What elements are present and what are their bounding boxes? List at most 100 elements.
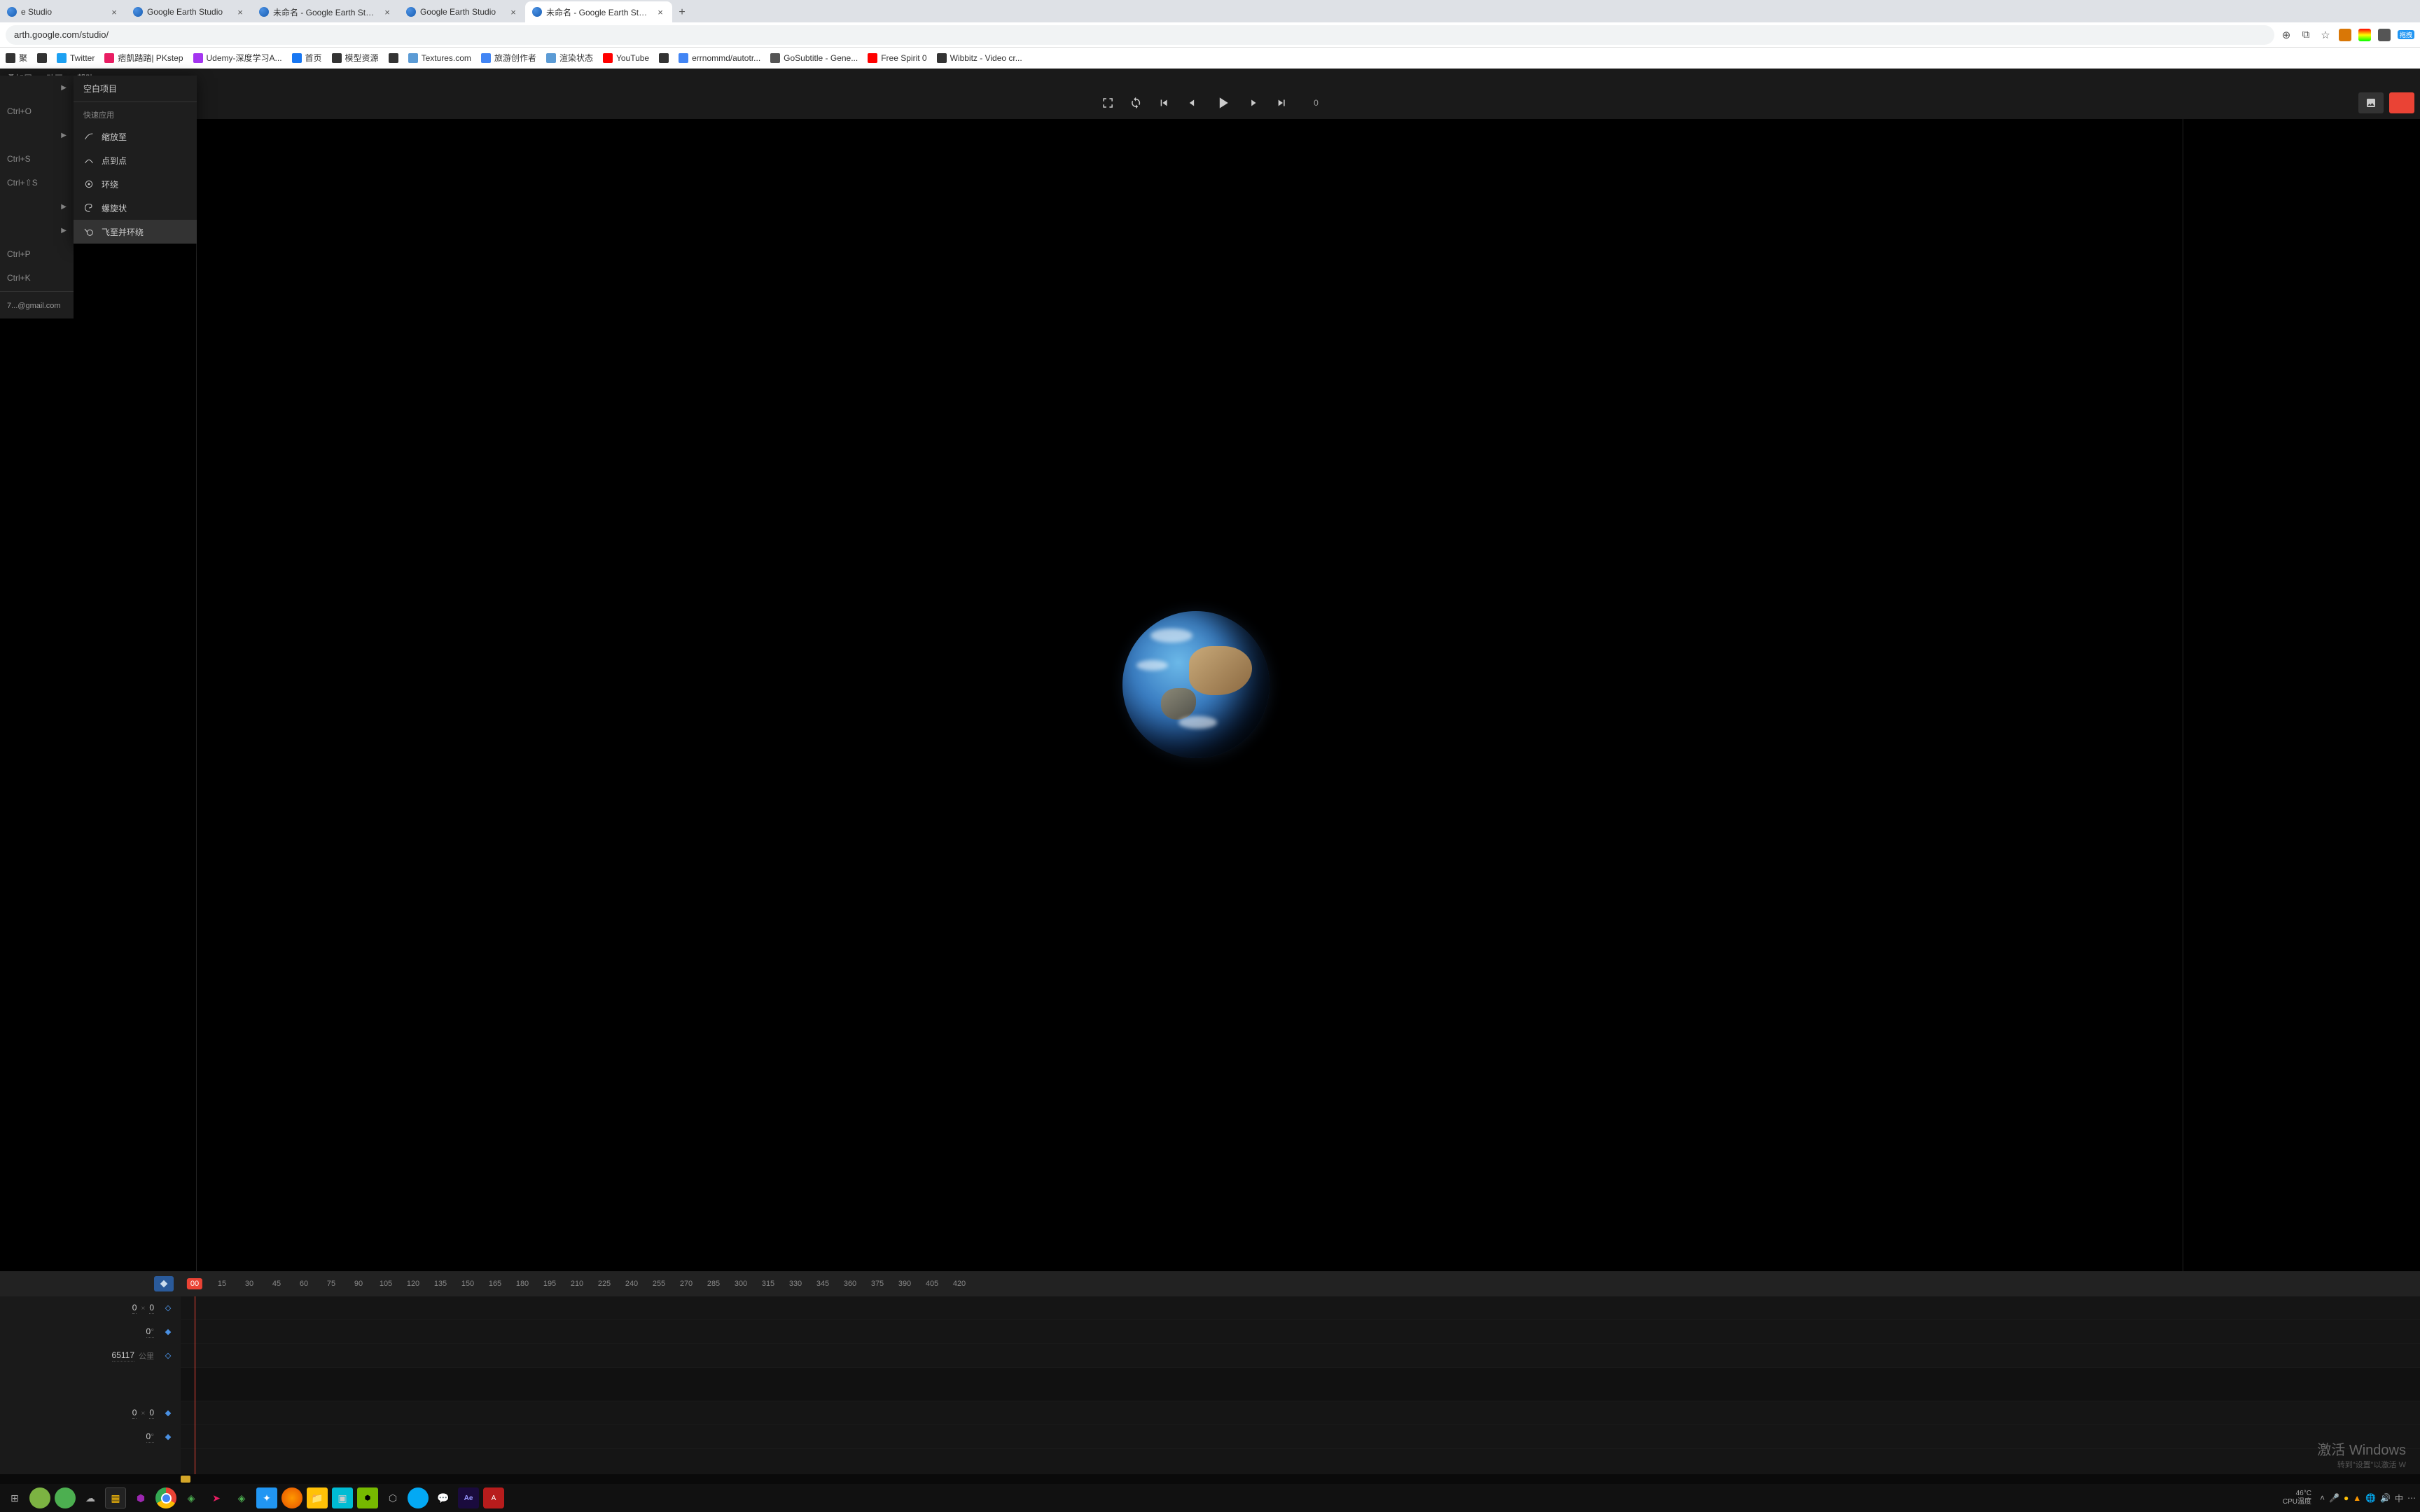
submenu-header[interactable]: 空白项目 <box>74 76 197 100</box>
file-menu-item[interactable]: ▶ <box>0 218 74 242</box>
chevron-up-icon[interactable]: ˄ <box>2320 1493 2325 1503</box>
frame-tick[interactable]: 150 <box>461 1280 474 1288</box>
browser-tab[interactable]: 未命名 - Google Earth Studio× <box>252 1 399 22</box>
frame-tick[interactable]: 75 <box>327 1280 335 1288</box>
keyframe-diamond-icon[interactable] <box>161 1430 175 1444</box>
frame-tick[interactable]: 315 <box>762 1280 774 1288</box>
current-frame-marker[interactable]: 00 <box>187 1278 202 1289</box>
tray-icon[interactable]: ⋯ <box>2407 1493 2416 1503</box>
image-button[interactable] <box>2358 92 2384 113</box>
frame-tick[interactable]: 240 <box>625 1280 638 1288</box>
bookmark-item[interactable]: Free Spirit 0 <box>868 53 926 63</box>
aftereffects-icon[interactable]: Ae <box>458 1488 479 1508</box>
app-icon[interactable]: ⬢ <box>357 1488 378 1508</box>
ime-icon[interactable]: 中 <box>2395 1492 2403 1504</box>
wechat-icon[interactable]: 💬 <box>433 1488 454 1508</box>
bookmark-item[interactable]: 渲染状态 <box>546 52 593 64</box>
add-circle-icon[interactable]: ⊕ <box>2280 29 2293 41</box>
current-frame[interactable]: 0 <box>1314 98 1319 108</box>
star-icon[interactable]: ☆ <box>2319 29 2332 41</box>
property-row[interactable]: 0 <box>0 1425 181 1449</box>
tray-icon[interactable]: 🎤 <box>2329 1493 2339 1503</box>
frame-tick[interactable]: 45 <box>272 1280 281 1288</box>
frame-tick[interactable]: 225 <box>598 1280 611 1288</box>
bookmark-item[interactable] <box>659 53 669 63</box>
firefox-icon[interactable] <box>281 1488 302 1508</box>
frame-tick[interactable]: 420 <box>953 1280 966 1288</box>
timeline-track[interactable] <box>181 1296 2420 1320</box>
frame-tick[interactable]: 135 <box>434 1280 447 1288</box>
app-icon[interactable]: A <box>483 1488 504 1508</box>
frame-tick[interactable]: 165 <box>489 1280 501 1288</box>
submenu-item-point-to-point[interactable]: 点到点 <box>74 148 197 172</box>
submenu-item-orbit[interactable]: 环绕 <box>74 172 197 196</box>
app-icon[interactable]: ➤ <box>206 1488 227 1508</box>
frame-tick[interactable]: 390 <box>898 1280 911 1288</box>
frame-tick[interactable]: 15 <box>218 1280 226 1288</box>
frame-tick[interactable]: 405 <box>926 1280 938 1288</box>
app-icon[interactable]: ▣ <box>332 1488 353 1508</box>
bookmark-item[interactable]: YouTube <box>603 53 649 63</box>
frame-tick[interactable]: 285 <box>707 1280 720 1288</box>
chrome-icon[interactable] <box>155 1488 176 1508</box>
frame-tick[interactable]: 105 <box>380 1280 392 1288</box>
app-icon[interactable]: ⬢ <box>130 1488 151 1508</box>
frame-tick[interactable]: 360 <box>844 1280 856 1288</box>
keyframe-diamond-icon[interactable] <box>161 1301 175 1315</box>
extension-button[interactable]: 拖拽 <box>2398 30 2414 39</box>
close-icon[interactable]: × <box>508 7 518 17</box>
bookmark-item[interactable]: 痞凱踏踏| PKstep <box>104 52 183 64</box>
frame-tick[interactable]: 120 <box>407 1280 419 1288</box>
keyframe-diamond-icon[interactable] <box>161 1406 175 1420</box>
network-icon[interactable]: 🌐 <box>2365 1493 2376 1503</box>
volume-icon[interactable]: 🔊 <box>2380 1493 2391 1503</box>
timeline-ruler[interactable]: 0015304560759010512013515016518019521022… <box>181 1271 2420 1296</box>
last-frame-icon[interactable] <box>1275 97 1288 109</box>
bookmark-item[interactable] <box>37 53 47 63</box>
bookmark-item[interactable]: Twitter <box>57 53 95 63</box>
taskview-icon[interactable]: ⊞ <box>4 1488 25 1508</box>
timeline-track[interactable] <box>181 1344 2420 1368</box>
submenu-item-fly-orbit[interactable]: 飞至并环绕 <box>74 220 197 244</box>
app-icon[interactable] <box>55 1488 76 1508</box>
frame-tick[interactable]: 60 <box>300 1280 308 1288</box>
close-icon[interactable]: × <box>235 7 245 17</box>
viewport[interactable] <box>0 119 2420 1271</box>
app-icon[interactable]: ⬡ <box>382 1488 403 1508</box>
file-menu-item[interactable]: Ctrl+K <box>0 266 74 290</box>
new-tab-button[interactable]: + <box>672 3 692 22</box>
play-icon[interactable] <box>1214 94 1232 112</box>
bookmark-item[interactable]: 聚 <box>6 52 27 64</box>
render-button[interactable] <box>2389 92 2414 113</box>
bookmark-item[interactable]: 模型资源 <box>332 52 379 64</box>
url-field[interactable]: arth.google.com/studio/ <box>6 25 2274 45</box>
frame-tick[interactable]: 90 <box>354 1280 363 1288</box>
timeline-tracks[interactable] <box>181 1296 2420 1474</box>
keyframe-toggle-button[interactable] <box>154 1276 174 1292</box>
file-menu-item[interactable]: Ctrl+S <box>0 147 74 171</box>
bookmark-item[interactable]: errnommd/autotr... <box>679 53 760 63</box>
timeline-track[interactable] <box>181 1320 2420 1344</box>
app-icon[interactable] <box>29 1488 50 1508</box>
loop-icon[interactable] <box>1129 97 1142 109</box>
submenu-item-zoom-to[interactable]: 缩放至 <box>74 125 197 148</box>
frame-tick[interactable]: 270 <box>680 1280 693 1288</box>
frame-tick[interactable]: 180 <box>516 1280 529 1288</box>
extension-icon[interactable] <box>2378 29 2391 41</box>
app-icon[interactable] <box>408 1488 429 1508</box>
file-menu-item[interactable]: Ctrl+P <box>0 242 74 266</box>
reading-list-icon[interactable]: ⧉ <box>2300 29 2312 41</box>
bookmark-item[interactable]: GoSubtitle - Gene... <box>770 53 858 63</box>
app-icon[interactable]: ▦ <box>105 1488 126 1508</box>
browser-tab[interactable]: Google Earth Studio× <box>126 1 252 22</box>
bookmark-item[interactable]: 首页 <box>292 52 322 64</box>
property-row[interactable]: 0×0 <box>0 1296 181 1320</box>
cpu-temp-widget[interactable]: 46°C CPU温度 <box>2279 1490 2316 1506</box>
property-row[interactable]: 0 <box>0 1320 181 1344</box>
file-menu-item[interactable]: ▶ <box>0 76 74 99</box>
next-frame-icon[interactable] <box>1247 97 1260 109</box>
frame-tick[interactable]: 30 <box>245 1280 253 1288</box>
app-icon[interactable]: ✦ <box>256 1488 277 1508</box>
close-icon[interactable]: × <box>382 7 392 17</box>
timeline-track[interactable] <box>181 1425 2420 1449</box>
